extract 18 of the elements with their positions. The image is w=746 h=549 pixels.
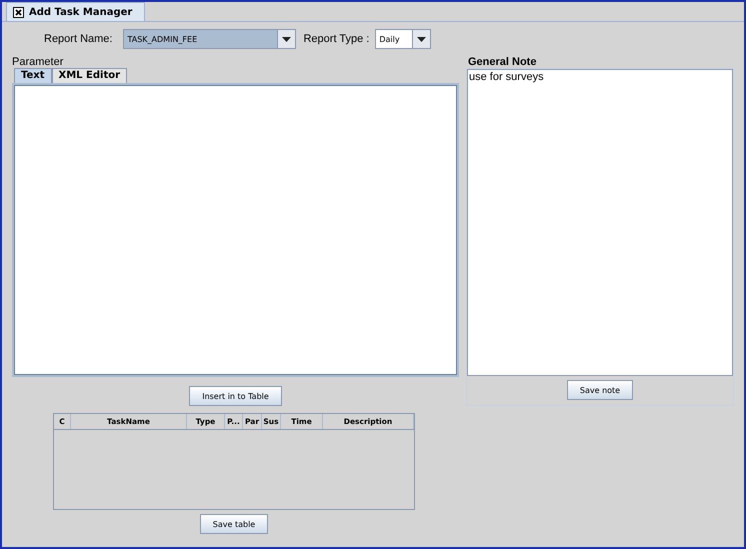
save-table-button[interactable]: Save table	[200, 514, 268, 534]
parameter-label: Parameter	[12, 56, 64, 68]
general-note-label: General Note	[468, 56, 538, 68]
caret-icon	[417, 36, 426, 42]
editor-tab[interactable]: XML Editor	[52, 68, 128, 83]
caret-icon	[282, 36, 292, 42]
window-title: Add Task Manager	[29, 6, 132, 18]
note-text: use for surveys	[469, 71, 544, 83]
report-name-label: Report Name:	[44, 33, 112, 45]
window-tab[interactable]: Add Task Manager	[6, 2, 146, 21]
insert-button[interactable]: Insert in to Table	[189, 386, 282, 406]
report-name-dropdown[interactable]: TASK_ADMIN_FEE	[123, 29, 296, 49]
report-type-label: Report Type :	[303, 33, 370, 45]
editor-tab[interactable]: Text	[14, 68, 52, 83]
report-type-dropdown[interactable]: Daily	[375, 29, 432, 49]
save-note-button[interactable]: Save note	[566, 380, 634, 400]
note-text-area[interactable]: use for surveys	[467, 69, 733, 376]
close-icon[interactable]	[13, 6, 24, 18]
